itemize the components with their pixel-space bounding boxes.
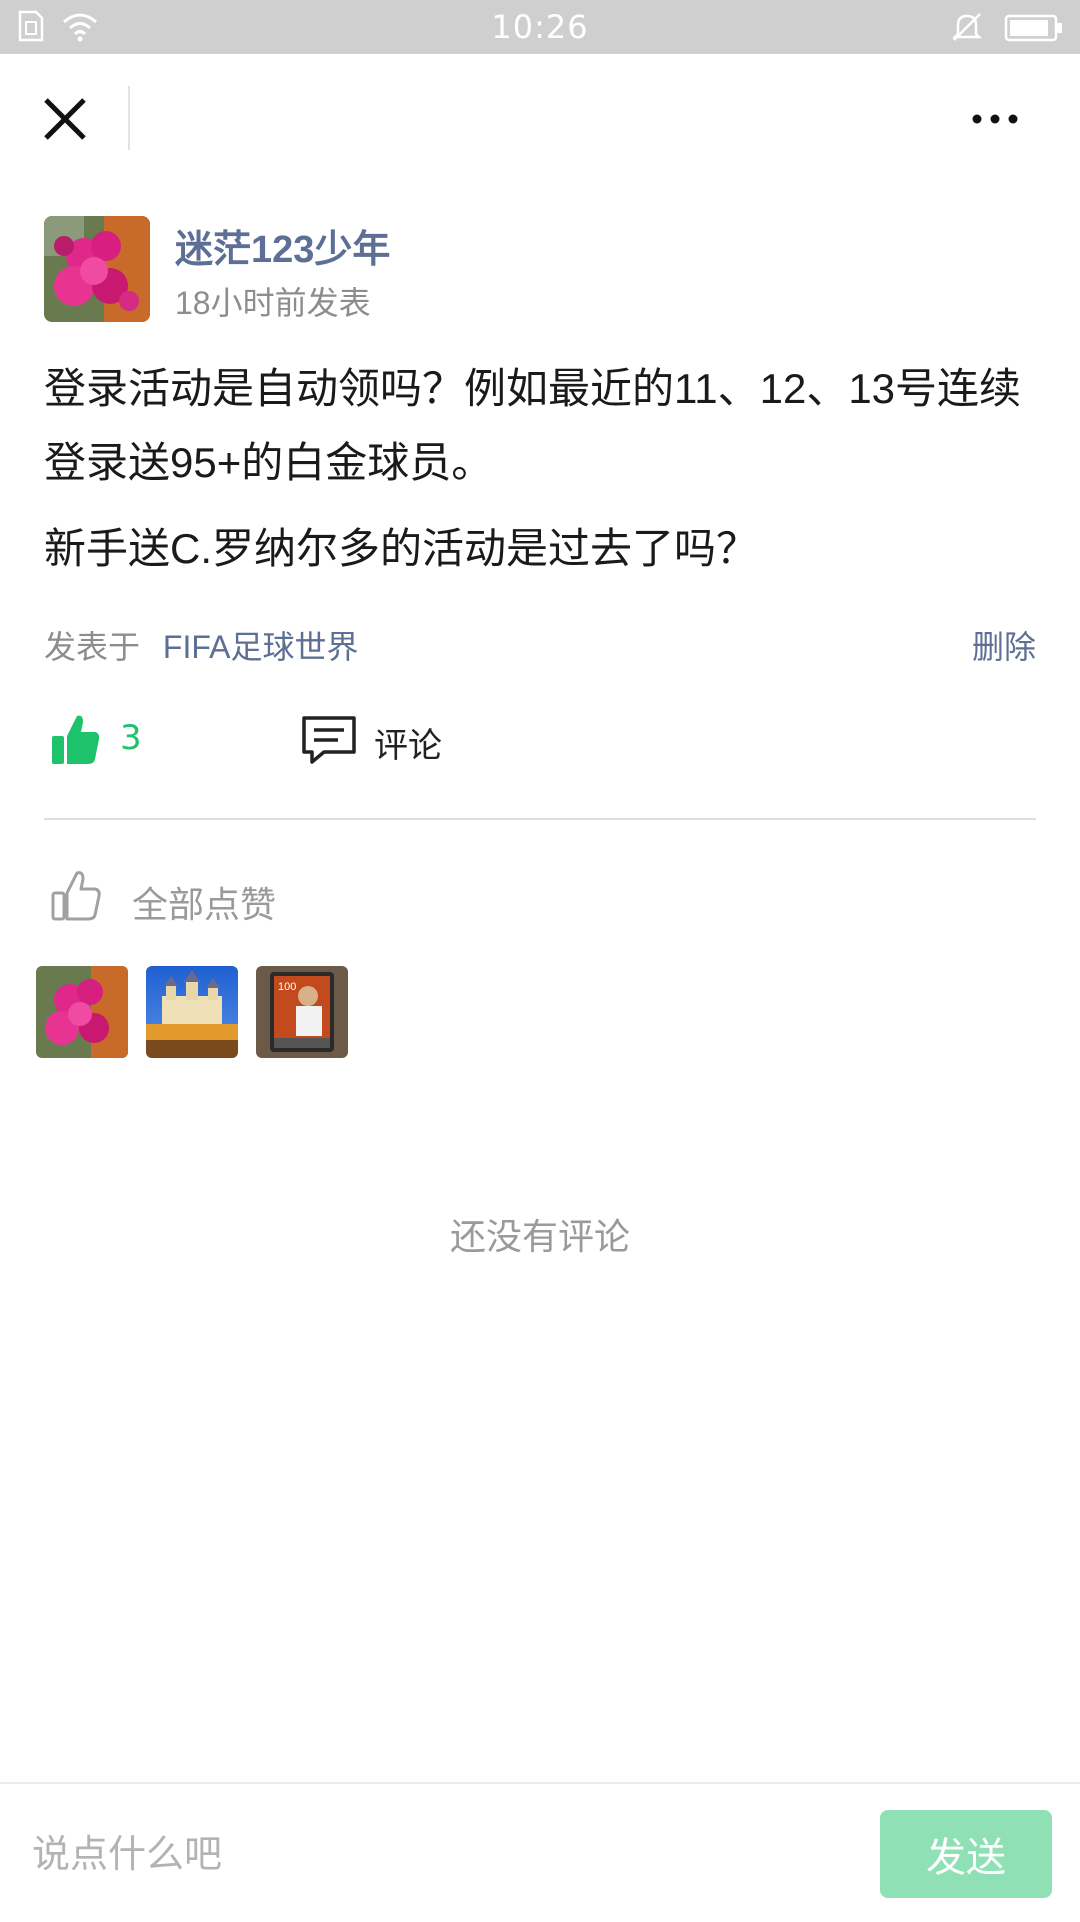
post-paragraph: 登录活动是自动领吗？例如最近的11、12、13号连续登录送95+的白金球员。 (44, 365, 1022, 486)
likes-header[interactable]: 全部点赞 (44, 864, 444, 925)
post-paragraph: 新手送C.罗纳尔多的活动是过去了吗？ (44, 525, 759, 572)
posted-in-label: 发表于 (44, 629, 141, 665)
close-icon[interactable] (30, 84, 100, 154)
section-divider (44, 818, 1036, 820)
battery-icon (1004, 14, 1062, 42)
comment-label: 评论 (374, 727, 442, 765)
author-avatar[interactable] (44, 216, 150, 322)
like-button[interactable]: 3 (44, 706, 174, 776)
more-icon[interactable] (965, 94, 1025, 144)
liker-avatar-flower[interactable] (36, 966, 128, 1058)
post-time: 18小时前发表 (175, 285, 371, 321)
status-bar: 10:26 (0, 0, 1080, 54)
author-name[interactable]: 迷茫123少年 (175, 218, 390, 273)
delete-button[interactable]: 删除 (972, 622, 1036, 668)
comment-icon (302, 716, 356, 764)
send-button[interactable]: 发送 (880, 1810, 1052, 1898)
empty-comments-text: 还没有评论 (449, 1216, 630, 1257)
comment-button[interactable]: 评论 (300, 706, 460, 776)
post-content: 登录活动是自动领吗？例如最近的11、12、13号连续登录送95+的白金球员。 新… (44, 352, 1044, 586)
liker-avatar-castle[interactable] (146, 966, 238, 1058)
comment-input[interactable] (30, 1814, 854, 1896)
thumbs-up-filled-icon (52, 715, 100, 764)
top-bar (0, 54, 1080, 184)
post-meta: 发表于 FIFA足球世界 删除 (44, 622, 1036, 666)
like-count: 3 (120, 718, 142, 758)
post-actions: 3 评论 (44, 706, 1036, 776)
forum-link[interactable]: FIFA足球世界 (163, 629, 359, 665)
bell-muted-icon (951, 13, 983, 41)
likes-label: 全部点赞 (132, 884, 277, 925)
card-rating: 100 (278, 981, 296, 993)
thumbs-up-outline-icon (51, 871, 101, 921)
divider (128, 86, 130, 150)
liker-avatar-player-card[interactable]: 100 (256, 966, 348, 1058)
comment-composer: 发送 (0, 1782, 1080, 1922)
status-time: 10:26 (491, 8, 589, 46)
